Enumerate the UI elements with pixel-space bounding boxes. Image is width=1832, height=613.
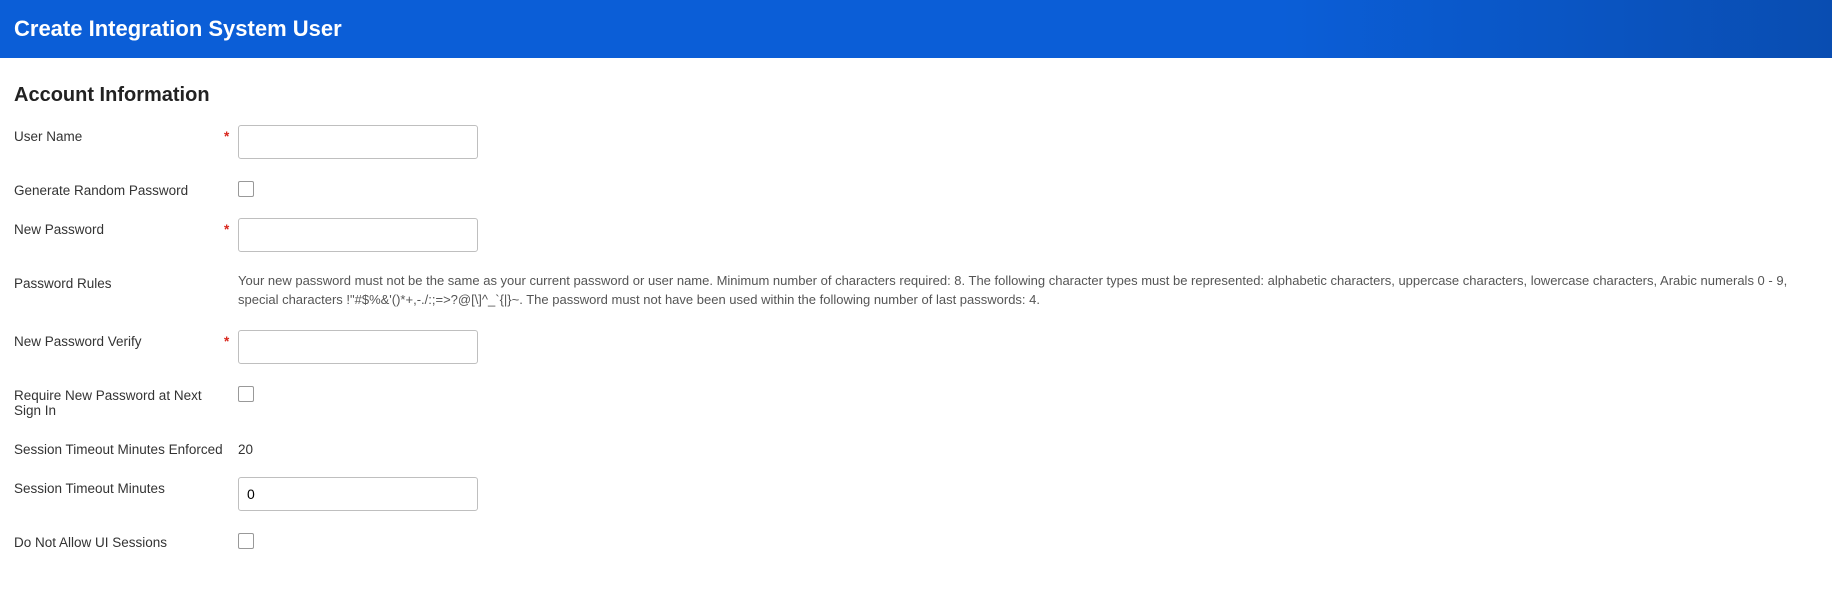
- row-generate-random: Generate Random Password: [14, 179, 1818, 198]
- label-password-rules: Password Rules: [14, 272, 224, 291]
- row-username: User Name *: [14, 125, 1818, 159]
- row-new-password: New Password *: [14, 218, 1818, 252]
- label-session-timeout-enforced: Session Timeout Minutes Enforced: [14, 438, 224, 457]
- row-new-password-verify: New Password Verify *: [14, 330, 1818, 364]
- generate-random-checkbox[interactable]: [238, 181, 254, 197]
- session-timeout-minutes-input[interactable]: [238, 477, 478, 511]
- page-header: Create Integration System User: [0, 0, 1832, 58]
- username-input[interactable]: [238, 125, 478, 159]
- required-marker: *: [224, 334, 229, 349]
- password-rules-text: Your new password must not be the same a…: [238, 272, 1798, 310]
- label-require-new-password: Require New Password at Next Sign In: [14, 384, 224, 418]
- page-title: Create Integration System User: [14, 16, 1818, 42]
- required-marker: *: [224, 129, 229, 144]
- form-content: Account Information User Name * Generate…: [0, 58, 1832, 588]
- label-generate-random: Generate Random Password: [14, 179, 224, 198]
- row-session-timeout-enforced: Session Timeout Minutes Enforced 20: [14, 438, 1818, 457]
- do-not-allow-ui-checkbox[interactable]: [238, 533, 254, 549]
- label-new-password-verify: New Password Verify: [14, 330, 224, 349]
- row-password-rules: Password Rules Your new password must no…: [14, 272, 1818, 310]
- require-new-password-checkbox[interactable]: [238, 386, 254, 402]
- new-password-verify-input[interactable]: [238, 330, 478, 364]
- required-marker: *: [224, 222, 229, 237]
- row-do-not-allow-ui: Do Not Allow UI Sessions: [14, 531, 1818, 550]
- label-do-not-allow-ui: Do Not Allow UI Sessions: [14, 531, 224, 550]
- label-new-password: New Password: [14, 218, 224, 237]
- label-username: User Name: [14, 125, 224, 144]
- label-session-timeout-minutes: Session Timeout Minutes: [14, 477, 224, 496]
- section-title: Account Information: [14, 84, 1818, 107]
- session-timeout-enforced-value: 20: [238, 438, 253, 457]
- row-session-timeout-minutes: Session Timeout Minutes: [14, 477, 1818, 511]
- new-password-input[interactable]: [238, 218, 478, 252]
- row-require-new-password: Require New Password at Next Sign In: [14, 384, 1818, 418]
